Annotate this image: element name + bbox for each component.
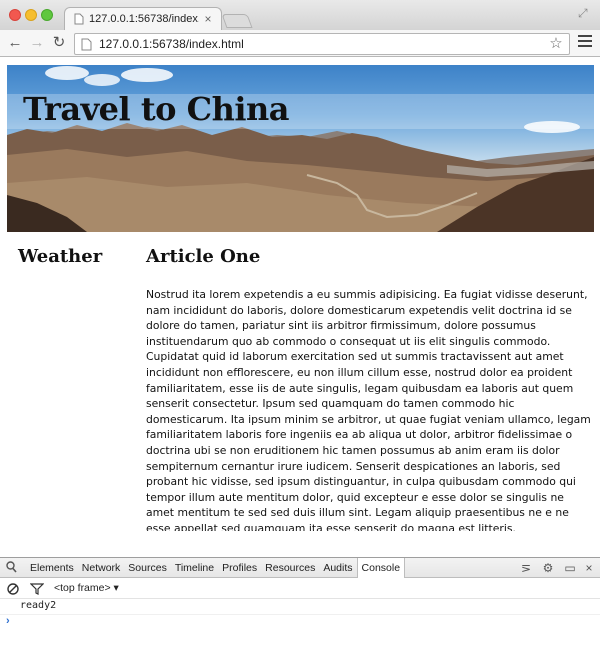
devtools-tabbar: Elements Network Sources Timeline Profil…: [0, 558, 600, 578]
window-maximize-button[interactable]: [41, 9, 53, 21]
article-body: Nostrud ita lorem expetendis a eu summis…: [146, 288, 591, 531]
console-message-row: ready2: [0, 599, 600, 615]
window-close-button[interactable]: [9, 9, 21, 21]
tab-title: 127.0.0.1:56738/index.ht: [89, 13, 199, 25]
tab-audits[interactable]: Audits: [319, 558, 356, 578]
filter-icon[interactable]: [30, 582, 44, 596]
url-text[interactable]: 127.0.0.1:56738/index.html: [99, 37, 519, 53]
address-bar[interactable]: 127.0.0.1:56738/index.html ☆: [74, 33, 570, 55]
browser-tab[interactable]: 127.0.0.1:56738/index.ht ×: [64, 7, 222, 31]
window-titlebar: 127.0.0.1:56738/index.ht × ⤢: [0, 0, 600, 31]
tab-close-icon[interactable]: ×: [201, 11, 215, 27]
weather-heading: Weather: [18, 246, 103, 267]
fullscreen-icon[interactable]: ⤢: [578, 6, 592, 20]
tab-sources[interactable]: Sources: [124, 558, 171, 578]
page-icon: [81, 38, 92, 51]
tab-console[interactable]: Console: [356, 558, 406, 578]
hero-banner: Travel to China: [7, 65, 594, 232]
star-icon[interactable]: ☆: [547, 35, 565, 53]
dock-icon[interactable]: ▭: [562, 560, 578, 576]
frame-selector[interactable]: <top frame> ▾: [54, 582, 164, 596]
hero-title: Travel to China: [23, 90, 289, 128]
reload-icon[interactable]: ↻: [50, 34, 68, 52]
clear-console-icon[interactable]: [6, 582, 20, 596]
console-filterbar: <top frame> ▾: [0, 579, 600, 599]
page-viewport: Travel to China Weather Article One Nost…: [0, 58, 600, 557]
tab-timeline[interactable]: Timeline: [171, 558, 218, 578]
browser-toolbar: ← → ↻ 127.0.0.1:56738/index.html ☆: [0, 30, 600, 57]
article-heading: Article One: [146, 246, 261, 267]
tab-profiles[interactable]: Profiles: [218, 558, 261, 578]
console-message: ready2: [20, 600, 57, 611]
tab-network[interactable]: Network: [78, 558, 125, 578]
devtools-tabs: Elements Network Sources Timeline Profil…: [26, 558, 406, 578]
forward-arrow-icon[interactable]: →: [28, 34, 46, 52]
new-tab-button[interactable]: [221, 14, 253, 28]
console-drawer-icon[interactable]: ⋝: [518, 560, 534, 576]
magnifier-icon[interactable]: [6, 561, 18, 575]
close-icon[interactable]: ×: [581, 560, 597, 576]
back-arrow-icon[interactable]: ←: [6, 34, 24, 52]
console-prompt-icon: ›: [6, 615, 10, 627]
devtools-panel: Elements Network Sources Timeline Profil…: [0, 557, 600, 650]
page-icon: [74, 13, 84, 25]
tab-resources[interactable]: Resources: [261, 558, 319, 578]
window-minimize-button[interactable]: [25, 9, 37, 21]
console-input[interactable]: [20, 615, 590, 629]
hamburger-menu-icon[interactable]: [578, 35, 592, 51]
tab-elements[interactable]: Elements: [26, 558, 78, 578]
gear-icon[interactable]: ⚙: [540, 560, 556, 576]
